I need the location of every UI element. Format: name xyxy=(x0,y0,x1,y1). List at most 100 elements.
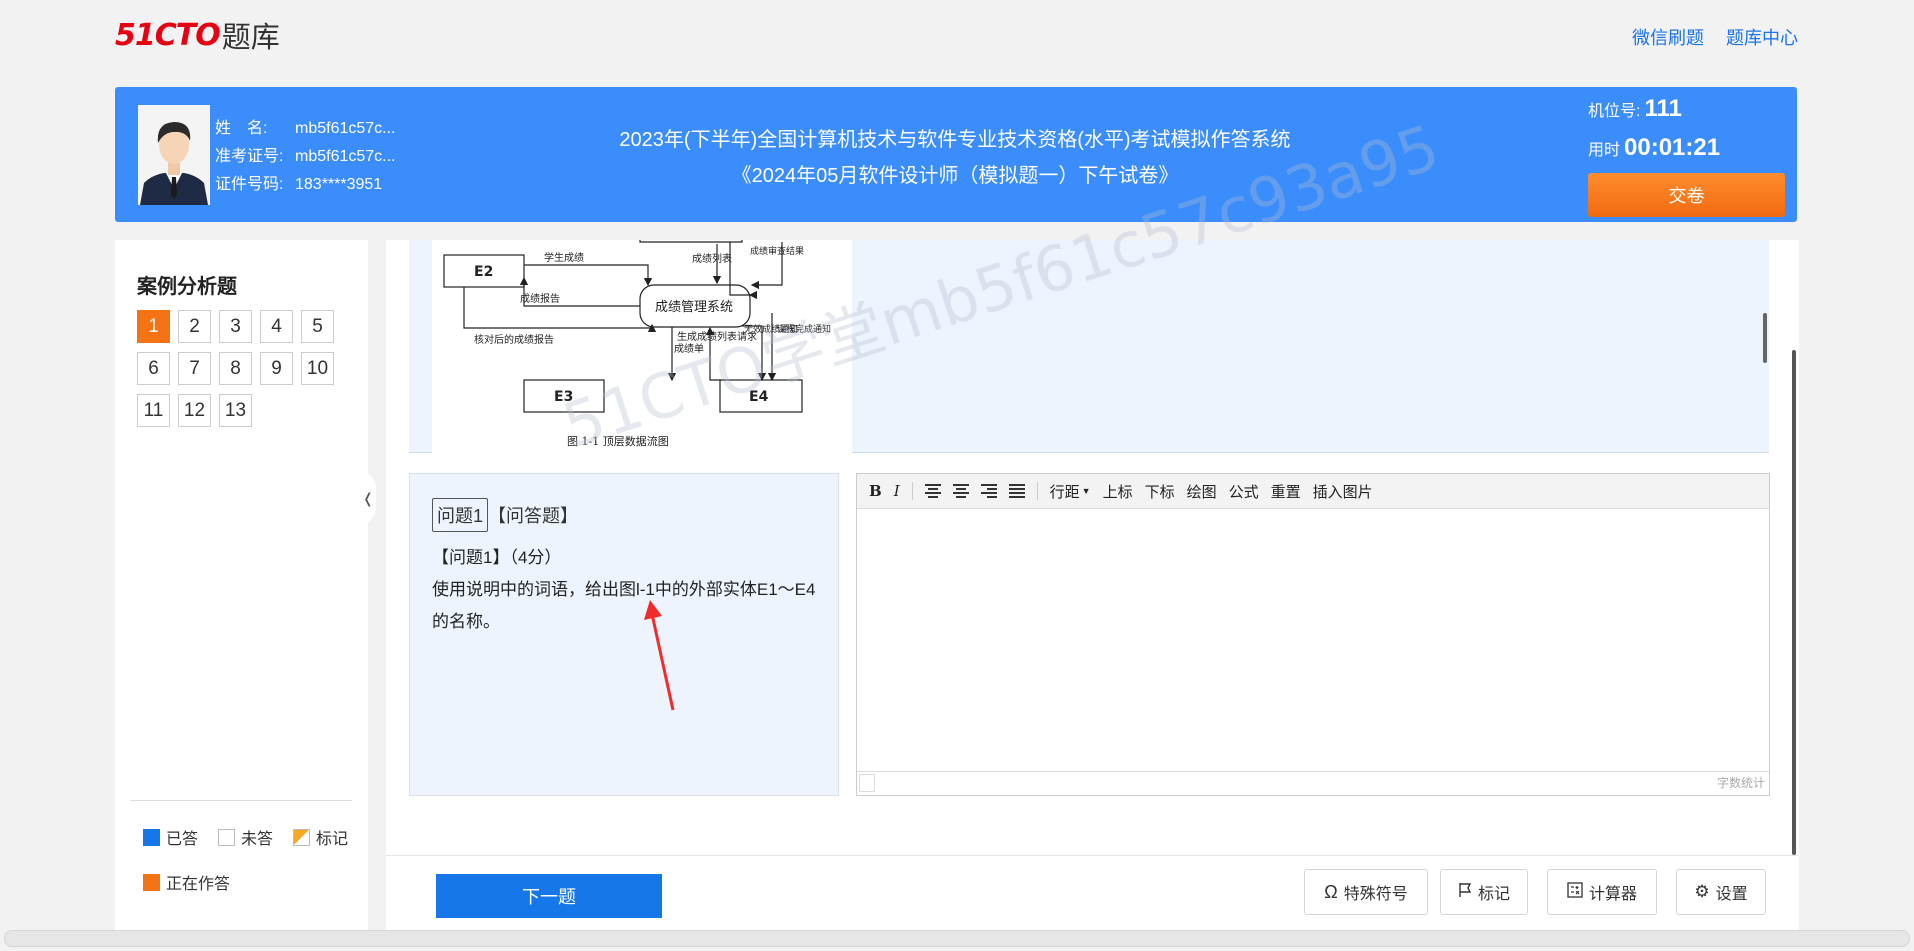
omega-icon: Ω xyxy=(1324,881,1338,902)
answer-editor: B I 行距 ▼ 上标 下标 绘图 公式 重置 插入图片 字数统计 xyxy=(856,473,1770,796)
logo-suffix: 题库 xyxy=(221,22,280,54)
main-content: E2 E3 E4 成绩管理系统 学生成绩 成绩报告 核对后的成绩报告 成绩单 生… xyxy=(386,238,1799,930)
special-chars-button[interactable]: Ω 特殊符号 xyxy=(1304,869,1428,915)
question-number-button[interactable]: 2 xyxy=(178,310,211,343)
answered-swatch xyxy=(143,828,160,846)
subscript-button[interactable]: 下标 xyxy=(1145,481,1175,502)
formula-button[interactable]: 公式 xyxy=(1229,481,1259,502)
ticket-number: mb5f61c57c... xyxy=(295,148,396,165)
top-nav: 51CTO 题库 微信刷题 题库中心 xyxy=(0,0,1914,70)
question-number-button[interactable]: 11 xyxy=(137,394,170,427)
calculator-icon xyxy=(1567,881,1583,903)
align-right-icon[interactable] xyxy=(980,484,997,498)
page-scrollbar[interactable] xyxy=(1792,350,1796,855)
top-links: 微信刷题 题库中心 xyxy=(1632,24,1798,50)
annotation-arrow-icon xyxy=(644,600,675,711)
id-number: 183****3951 xyxy=(295,176,383,193)
settings-button[interactable]: ⚙ 设置 xyxy=(1676,869,1766,915)
logo-brand: 51CTO xyxy=(115,17,221,53)
footer-toolbar: 下一题 Ω 特殊符号 标记 计算器 ⚙ 设置 xyxy=(386,855,1799,930)
question-number-button[interactable]: 8 xyxy=(219,352,252,385)
align-left-icon[interactable] xyxy=(924,484,941,498)
question-type: 【问答题】 xyxy=(488,506,579,526)
submit-exam-button[interactable]: 交卷 xyxy=(1588,173,1785,217)
legend-unanswered: 未答 xyxy=(241,831,274,848)
section-title: 案例分析题 xyxy=(137,276,237,298)
logo[interactable]: 51CTO 题库 xyxy=(115,14,280,56)
question-number-button[interactable]: 9 xyxy=(260,352,293,385)
bold-button[interactable]: B xyxy=(869,482,882,500)
question-tag: 问题1 【问答题】 xyxy=(432,498,578,532)
question-number-button[interactable]: 13 xyxy=(219,394,252,427)
answer-input[interactable] xyxy=(857,510,1769,760)
question-header: 【问题1】（4分） xyxy=(432,548,562,567)
exam-title: 2023年(下半年)全国计算机技术与软件专业技术资格(水平)考试模拟作答系统 《… xyxy=(515,122,1395,194)
legend-answered: 已答 xyxy=(166,831,199,848)
paper-title: 《2024年05月软件设计师（模拟题一）下午试卷》 xyxy=(731,165,1179,187)
superscript-button[interactable]: 上标 xyxy=(1103,481,1133,502)
candidate-name: mb5f61c57c... xyxy=(295,120,396,137)
name-label: 姓 名: xyxy=(215,120,268,137)
next-question-button[interactable]: 下一题 xyxy=(436,874,662,918)
data-flow-diagram: E2 E3 E4 成绩管理系统 学生成绩 成绩报告 核对后的成绩报告 成绩单 生… xyxy=(432,238,852,453)
svg-text:成绩报告: 成绩报告 xyxy=(520,292,560,305)
calculator-button[interactable]: 计算器 xyxy=(1547,869,1657,915)
wechat-practice-link[interactable]: 微信刷题 xyxy=(1632,24,1704,50)
exam-header: 姓 名: mb5f61c57c... 准考证号: mb5f61c57c... 证件号… xyxy=(115,87,1797,222)
unanswered-swatch xyxy=(218,828,236,846)
align-center-icon[interactable] xyxy=(952,484,969,498)
legend-in-progress: 正在作答 xyxy=(166,876,231,893)
question-number-button[interactable]: 7 xyxy=(178,352,211,385)
svg-text:核对后的成绩报告: 核对后的成绩报告 xyxy=(474,333,554,346)
collapse-sidebar-handle[interactable]: ❬ xyxy=(360,472,376,524)
question-panel: 问题1 【问答题】 【问题1】（4分） 使用说明中的词语，给出图l-1中的外部实… xyxy=(409,473,839,796)
marked-swatch xyxy=(293,828,311,846)
question-number-button[interactable]: 6 xyxy=(137,352,170,385)
ticket-label: 准考证号: xyxy=(215,148,284,165)
flag-icon xyxy=(1458,882,1472,903)
svg-text:成绩列表: 成绩列表 xyxy=(692,252,732,265)
question-bank-link[interactable]: 题库中心 xyxy=(1726,24,1798,50)
legend-row: 已答 未答 标记 xyxy=(143,825,348,849)
elapsed-timer: 用时 00:01:21 xyxy=(1588,134,1721,161)
toolbar-divider xyxy=(911,482,913,500)
question-number-button[interactable]: 5 xyxy=(301,310,334,343)
legend-marked: 标记 xyxy=(316,831,349,848)
svg-text:E4: E4 xyxy=(749,389,769,405)
svg-text:E3: E3 xyxy=(554,389,573,405)
mark-button[interactable]: 标记 xyxy=(1440,869,1528,915)
question-number-button[interactable]: 10 xyxy=(301,352,334,385)
editor-toolbar: B I 行距 ▼ 上标 下标 绘图 公式 重置 插入图片 xyxy=(857,474,1769,509)
question-number-button[interactable]: 12 xyxy=(178,394,211,427)
svg-text:学生成绩: 学生成绩 xyxy=(544,251,584,264)
word-count: 字数统计 xyxy=(1716,776,1765,790)
svg-text:E2: E2 xyxy=(474,264,493,280)
line-spacing-button[interactable]: 行距 ▼ xyxy=(1050,481,1091,502)
svg-text:成绩单: 成绩单 xyxy=(674,342,704,355)
question-number-button[interactable]: 3 xyxy=(219,310,252,343)
question-text: 使用说明中的词语，给出图l-1中的外部实体E1～E4的名称。 xyxy=(432,580,816,631)
editor-statusbar: 字数统计 xyxy=(857,771,1769,795)
question-grid: 1 2 3 4 5 6 7 8 9 10 11 12 13 xyxy=(137,310,357,427)
italic-button[interactable]: I xyxy=(894,482,900,500)
seat-number: 机位号: 111 xyxy=(1588,95,1682,122)
question-body: 【问题1】（4分） 使用说明中的词语，给出图l-1中的外部实体E1～E4的名称。 xyxy=(432,542,822,638)
avatar xyxy=(138,105,210,205)
legend-row-2: 正在作答 xyxy=(143,870,230,894)
figure-panel: E2 E3 E4 成绩管理系统 学生成绩 成绩报告 核对后的成绩报告 成绩单 生… xyxy=(409,238,1769,453)
figure-scrollbar[interactable] xyxy=(1763,313,1767,363)
align-justify-icon[interactable] xyxy=(1008,484,1025,498)
question-number-button[interactable]: 1 xyxy=(137,310,170,343)
legend-divider xyxy=(130,800,352,801)
question-number-button[interactable]: 4 xyxy=(260,310,293,343)
question-navigator: 案例分析题 1 2 3 4 5 6 7 8 9 10 11 12 13 已答 未答 标记 正在作答 xyxy=(115,240,368,930)
svg-text:课程完成通知: 课程完成通知 xyxy=(777,323,831,335)
id-label: 证件号码: xyxy=(215,176,284,193)
draw-button[interactable]: 绘图 xyxy=(1187,481,1217,502)
svg-text:成绩管理系统: 成绩管理系统 xyxy=(655,300,733,315)
insert-image-button[interactable]: 插入图片 xyxy=(1313,481,1373,502)
svg-text:图 1-1 顶层数据流图: 图 1-1 顶层数据流图 xyxy=(567,434,669,448)
horizontal-scrollbar[interactable] xyxy=(4,930,1910,947)
gear-icon: ⚙ xyxy=(1694,882,1710,901)
reset-button[interactable]: 重置 xyxy=(1271,481,1301,502)
